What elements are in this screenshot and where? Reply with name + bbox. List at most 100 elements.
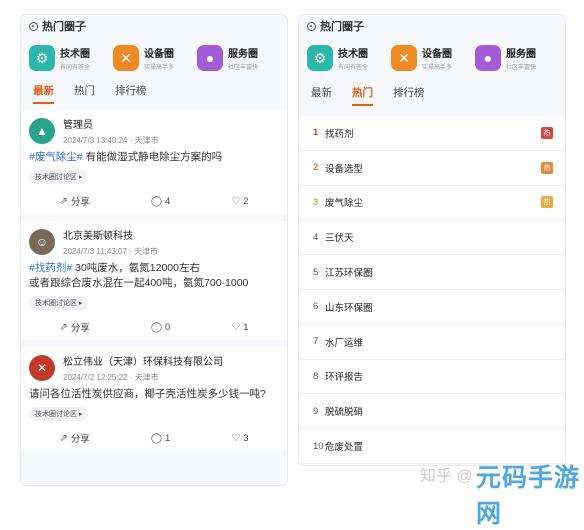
hot-topic-item[interactable]: 3 废气除尘 热	[299, 186, 565, 221]
like-icon: ♡	[231, 321, 241, 333]
panel-title-text: 热门圈子	[320, 21, 364, 33]
circle-name: 服务圈	[228, 49, 258, 60]
post-actions: ⇗ 分享 ◯ 4 ♡ 2	[29, 194, 279, 209]
circle-service[interactable]: ● 服务圈 社区丰富快	[197, 45, 281, 71]
tab-ranking[interactable]: 排行榜	[115, 83, 147, 104]
gear-icon: ⚙	[307, 45, 333, 71]
share-button[interactable]: ⇗ 分享	[59, 320, 90, 335]
hot-topic-item[interactable]: 9 脱硫脱硝	[299, 394, 565, 430]
rank-number: 9	[313, 405, 319, 417]
post-actions: ⇗ 分享 ◯ 0 ♡ 1	[29, 320, 279, 335]
circle-name: 服务圈	[506, 49, 536, 60]
like-icon: ♡	[231, 195, 241, 207]
brand-logo: 元码手游网	[476, 464, 581, 528]
comment-icon: ◯	[150, 321, 163, 333]
post-time: 2024/7/2 12:25:22 · 天津市	[63, 373, 159, 382]
avatar[interactable]: ✕	[29, 355, 55, 381]
circle-equipment[interactable]: ✕ 设备圈 实操高手多	[113, 45, 197, 71]
tab-hot[interactable]: 热门	[352, 85, 373, 106]
post-author[interactable]: 管理员	[63, 116, 159, 131]
post-text: 30吨废水，氨氮12000左右	[72, 262, 200, 274]
panel-title: 热门圈子	[299, 15, 565, 37]
post-time: 2024/7/3 13:40:24 · 天津市	[63, 136, 159, 145]
circle-service[interactable]: ● 服务圈 社区丰富快	[475, 45, 559, 71]
avatar[interactable]: ☺	[29, 229, 55, 255]
post-card[interactable]: ☺ 北京美斯顿科技 2024/7/3 11:43:07 · 天津市 #找药剂# …	[21, 221, 287, 340]
tab-ranking[interactable]: 排行榜	[393, 85, 425, 106]
circle-chip[interactable]: 技术圈讨论区 ▸	[29, 170, 89, 184]
circle-desc: 社区丰富快	[228, 65, 259, 71]
topic-name: 危废处置	[325, 442, 364, 454]
like-button[interactable]: ♡ 2	[231, 194, 248, 208]
comment-icon: ◯	[150, 432, 163, 444]
topic-name: 江苏环保圈	[325, 268, 373, 280]
post-card[interactable]: ✕ 松立伟业（天津）环保科技有限公司 2024/7/2 12:25:22 · 天…	[21, 347, 287, 451]
post-topic-tag[interactable]: #废气除尘#	[29, 151, 83, 163]
circle-chip[interactable]: 技术圈讨论区 ▸	[29, 296, 89, 310]
comment-count: 0	[165, 321, 171, 333]
panel-title-text: 热门圈子	[42, 21, 86, 33]
like-count: 2	[243, 195, 249, 207]
rank-number: 8	[313, 370, 319, 382]
circle-icon	[307, 21, 316, 31]
circle-desc: 社区丰富快	[506, 65, 537, 71]
hot-topic-list: 1 找药剂热 2 设备选型热 3 废气除尘热 4 三伏天 5 江苏环保圈 6 山东环保圈 7 水厂运维 8 环…	[299, 116, 565, 464]
like-button[interactable]: ♡ 3	[231, 431, 248, 445]
hot-topic-item[interactable]: 6 山东环保圈	[299, 290, 565, 325]
rank-number: 1	[313, 127, 319, 139]
share-icon: ⇗	[59, 195, 68, 207]
panel-title: 热门圈子	[21, 15, 287, 37]
post-card[interactable]: ▲ 管理员 2024/7/3 13:40:24 · 天津市 #废气除尘# 有能做…	[21, 110, 287, 214]
tab-hot[interactable]: 热门	[74, 83, 95, 104]
watermark: 知乎 @	[420, 468, 473, 485]
person-icon: ●	[475, 45, 501, 71]
share-button[interactable]: ⇗ 分享	[59, 194, 90, 209]
circle-tech[interactable]: ⚙ 技术圈 有问有答全	[29, 45, 113, 71]
post-author[interactable]: 松立伟业（天津）环保科技有限公司	[63, 353, 223, 368]
hot-topic-item[interactable]: 7 水厂运维	[299, 325, 565, 360]
post-text: 请问各位活性炭供应商，椰子壳活性炭多少钱一吨?	[29, 388, 266, 400]
rank-number: 3	[313, 196, 319, 208]
topic-name: 环评报告	[325, 372, 364, 384]
share-label: 分享	[70, 323, 90, 334]
comment-button[interactable]: ◯ 1	[151, 431, 171, 445]
rank-number: 4	[313, 231, 319, 243]
circle-name: 设备圈	[422, 49, 452, 60]
share-icon: ⇗	[59, 432, 68, 444]
share-icon: ⇗	[59, 321, 68, 333]
circle-categories: ⚙ 技术圈 有问有答全 ✕ 设备圈 实操高手多 ● 服务圈 社区丰富快	[299, 37, 565, 71]
left-panel: 热门圈子 ⚙ 技术圈 有问有答全 ✕ 设备圈 实操高手多 ● 服务圈 社区丰富快…	[20, 14, 288, 486]
tab-latest[interactable]: 最新	[311, 85, 332, 106]
tools-icon: ✕	[391, 45, 417, 71]
post-topic-tag[interactable]: #找药剂#	[29, 262, 72, 274]
hot-topic-item[interactable]: 1 找药剂 热	[299, 116, 565, 151]
post-text-line2: 或者跟综合废水混在一起400吨，氨氮700-1000	[29, 277, 249, 289]
post-content[interactable]: #找药剂# 30吨废水，氨氮12000左右或者跟综合废水混在一起400吨，氨氮7…	[29, 261, 279, 291]
hot-topic-item[interactable]: 5 江苏环保圈	[299, 255, 565, 290]
rank-number: 7	[313, 336, 319, 348]
post-content[interactable]: #废气除尘# 有能做湿式静电除尘方案的吗	[29, 150, 279, 165]
like-button[interactable]: ♡ 1	[231, 320, 248, 334]
post-author[interactable]: 北京美斯顿科技	[63, 227, 158, 242]
avatar[interactable]: ▲	[29, 118, 55, 144]
post-feed: ▲ 管理员 2024/7/3 13:40:24 · 天津市 #废气除尘# 有能做…	[21, 110, 287, 451]
comment-count: 1	[165, 432, 171, 444]
post-actions: ⇗ 分享 ◯ 1 ♡ 3	[29, 431, 279, 446]
share-label: 分享	[70, 197, 90, 208]
topic-name: 山东环保圈	[325, 302, 373, 314]
share-button[interactable]: ⇗ 分享	[59, 431, 89, 446]
circle-desc: 实操高手多	[144, 65, 175, 71]
circle-tech[interactable]: ⚙ 技术圈 有问有答全	[307, 45, 391, 71]
hot-topic-item[interactable]: 8 环评报告	[299, 360, 565, 395]
hot-topic-item[interactable]: 4 三伏天	[299, 220, 565, 256]
hot-topic-item[interactable]: 2 设备选型 热	[299, 151, 565, 186]
circle-categories: ⚙ 技术圈 有问有答全 ✕ 设备圈 实操高手多 ● 服务圈 社区丰富快	[21, 37, 287, 71]
tab-latest[interactable]: 最新	[33, 83, 54, 104]
comment-button[interactable]: ◯ 0	[151, 320, 171, 334]
circle-equipment[interactable]: ✕ 设备圈 实操高手多	[391, 45, 475, 71]
circle-chip[interactable]: 技术圈讨论区 ▸	[29, 407, 89, 421]
like-count: 1	[243, 321, 249, 333]
circle-desc: 有问有答全	[338, 65, 369, 71]
post-content[interactable]: 请问各位活性炭供应商，椰子壳活性炭多少钱一吨?	[29, 387, 279, 402]
comment-button[interactable]: ◯ 4	[151, 194, 171, 208]
